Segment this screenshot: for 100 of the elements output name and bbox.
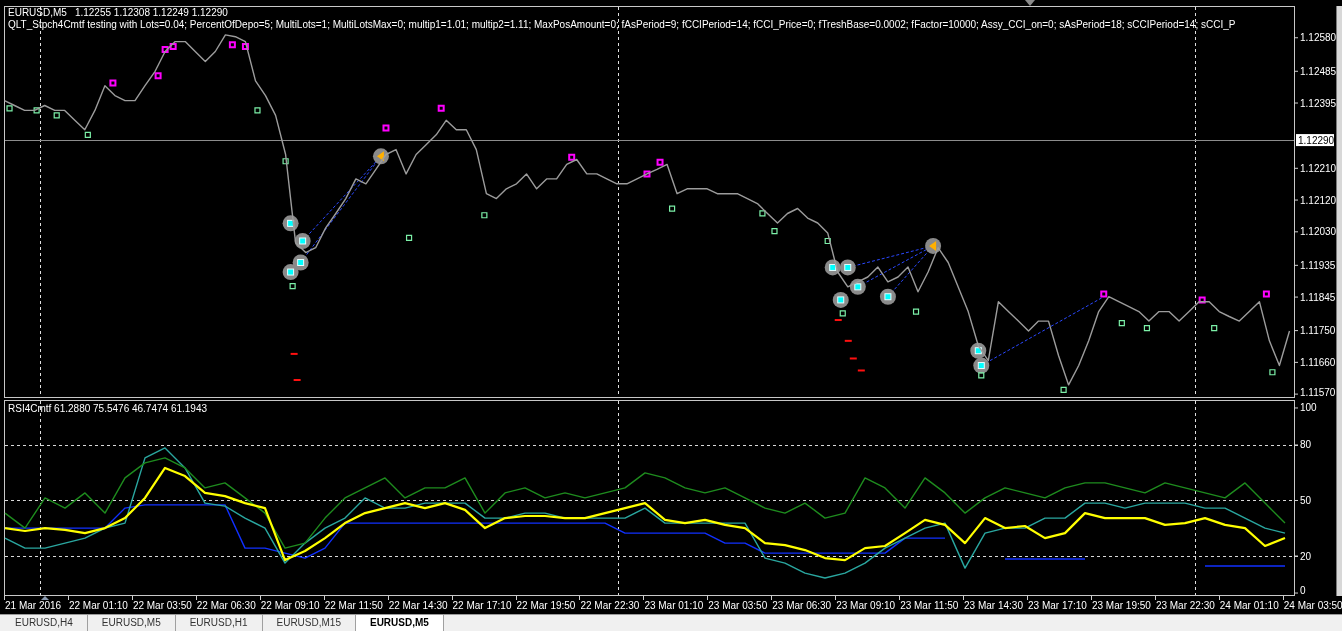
chart-tab[interactable]: EURUSD,M5	[87, 615, 176, 631]
sell-marker-icon	[437, 104, 445, 112]
buy-marker-icon	[912, 308, 920, 315]
sell-marker-icon	[568, 153, 576, 161]
buy-marker-icon	[289, 283, 296, 290]
stop-dash-icon	[844, 339, 852, 342]
time-axis-label: 23 Mar 09:10	[836, 600, 896, 612]
time-axis-label: 23 Mar 17:10	[1028, 600, 1087, 612]
sell-marker-icon	[643, 170, 651, 178]
sell-marker-icon	[109, 79, 117, 87]
position-marker-icon	[824, 259, 841, 276]
time-axis-label: 22 Mar 09:10	[260, 600, 320, 612]
buy-marker-icon	[771, 228, 778, 235]
sell-marker-icon	[1262, 290, 1270, 298]
expert-parameters-text: QLT_Stpch4Cmtf testing with Lots=0.04; PercentOfDepo=5; MultiLots=1; MultiLotsMax=0; multip1=1.01; multip2=1.11; MaxPosAmount=0; fAsPeriod=9; fCCIPeriod=14; fCCI_Price=0; fTreshBase=0.0002; fFactor=10000; Assy_CCI_on=0; sAsPeriod=18; sCCIPeriod=14; sCCI_P	[8, 19, 1236, 31]
time-axis-label: 22 Mar 22:30	[580, 600, 640, 612]
indicator-axis-label: 80	[1300, 439, 1312, 451]
chart-tab[interactable]: EURUSD,H1	[175, 615, 263, 631]
buy-marker-icon	[1143, 325, 1151, 332]
indicator-axis-label: 20	[1300, 550, 1312, 562]
buy-marker-icon	[824, 237, 831, 245]
time-axis-label: 23 Mar 19:50	[1091, 600, 1151, 612]
time-axis-label: 22 Mar 17:10	[452, 600, 512, 612]
stop-dash-icon	[293, 379, 301, 381]
stop-dash-icon	[857, 369, 865, 372]
indicator-axis-label: 0	[1300, 585, 1306, 596]
price-axis-label: 1.12395	[1300, 97, 1336, 109]
indicator-header: RSI4Cmtf 61.2880 75.5476 46.7474 61.1943	[8, 403, 208, 415]
price-axis-label: 1.11660	[1300, 356, 1336, 368]
time-axis-label: 24 Mar 01:10	[1219, 600, 1279, 612]
time-axis-label: 22 Mar 06:30	[196, 600, 256, 612]
position-marker-icon	[294, 233, 311, 249]
price-axis-label: 1.12485	[1300, 65, 1336, 77]
buy-marker-icon	[53, 112, 60, 119]
buy-marker-icon	[84, 131, 91, 138]
stop-dash-icon	[834, 319, 842, 321]
buy-marker-icon	[839, 310, 846, 317]
price-axis-label: 1.11845	[1300, 291, 1336, 303]
buy-marker-icon	[405, 234, 413, 241]
triangle-marker-icon	[41, 596, 49, 600]
quote-values: 1.12255 1.12308 1.12249 1.12290	[74, 7, 228, 19]
position-marker-icon	[282, 264, 299, 281]
price-axis-label: 1.11570	[1300, 387, 1336, 398]
time-axis-label: 22 Mar 19:50	[516, 600, 576, 612]
position-marker-icon	[839, 259, 856, 276]
time-axis-label: 22 Mar 01:10	[68, 600, 128, 612]
indicator-axis-label: 100	[1300, 402, 1317, 414]
buy-marker-icon	[1060, 386, 1067, 393]
indicator-axis-label: 50	[1300, 495, 1312, 506]
target-marker-icon	[372, 148, 389, 165]
buy-marker-icon	[282, 158, 289, 165]
time-axis-label: 21 Mar 2016	[5, 600, 62, 612]
buy-marker-icon	[1211, 325, 1218, 332]
chart-tab[interactable]: EURUSD,H4	[1, 615, 88, 631]
sell-marker-icon	[154, 72, 162, 80]
buy-marker-icon	[481, 212, 488, 219]
position-marker-icon	[849, 278, 866, 295]
buy-marker-icon	[254, 107, 261, 114]
buy-marker-icon	[759, 210, 766, 217]
time-axis-label: 22 Mar 14:30	[388, 600, 448, 612]
sell-marker-icon	[382, 124, 390, 132]
price-axis-label: 1.12580	[1300, 32, 1336, 44]
time-axis-label: 23 Mar 14:30	[964, 600, 1023, 612]
sell-marker-icon	[228, 41, 236, 49]
time-axis-label: 22 Mar 03:50	[132, 600, 192, 612]
buy-marker-icon	[33, 107, 40, 114]
position-marker-icon	[970, 342, 987, 359]
symbol-label: EURUSD,M5	[8, 7, 67, 19]
price-axis-label: 1.12210	[1300, 162, 1336, 174]
position-marker-icon	[879, 288, 896, 305]
price-axis-label: 1.11935	[1300, 259, 1336, 271]
price-axis-label: 1.11750	[1300, 325, 1336, 337]
position-marker-icon	[292, 254, 309, 271]
time-axis-label: 23 Mar 06:30	[772, 600, 832, 612]
buy-marker-icon	[1269, 369, 1276, 376]
time-axis-label: 22 Mar 11:50	[324, 600, 383, 612]
buy-marker-icon	[1118, 320, 1125, 327]
target-marker-icon	[925, 237, 942, 254]
stop-dash-icon	[290, 352, 298, 355]
price-axis-label: 1.12120	[1300, 194, 1336, 206]
buy-marker-icon	[978, 372, 985, 379]
chart-tab[interactable]: EURUSD,M15	[262, 615, 356, 631]
sell-marker-icon	[1100, 290, 1108, 298]
position-marker-icon	[832, 291, 849, 308]
time-axis-label: 24 Mar 03:50	[1283, 600, 1342, 612]
time-axis-label: 23 Mar 03:50	[708, 600, 768, 612]
chart-tab[interactable]: EURUSD,M5	[355, 615, 444, 631]
time-axis-label: 23 Mar 11:50	[900, 600, 959, 612]
time-axis-label: 23 Mar 22:30	[1155, 600, 1215, 612]
position-marker-icon	[282, 215, 299, 232]
sell-marker-icon	[656, 158, 664, 166]
price-axis-label: 1.12030	[1300, 226, 1336, 238]
stop-dash-icon	[849, 357, 857, 360]
buy-marker-icon	[669, 205, 676, 212]
position-marker-icon	[973, 357, 990, 374]
sell-marker-icon	[241, 43, 249, 51]
time-axis-label: 23 Mar 01:10	[644, 600, 704, 612]
buy-marker-icon	[6, 105, 13, 112]
triangle-marker-icon	[1025, 0, 1035, 6]
current-price-label: 1.12290	[1296, 134, 1335, 147]
